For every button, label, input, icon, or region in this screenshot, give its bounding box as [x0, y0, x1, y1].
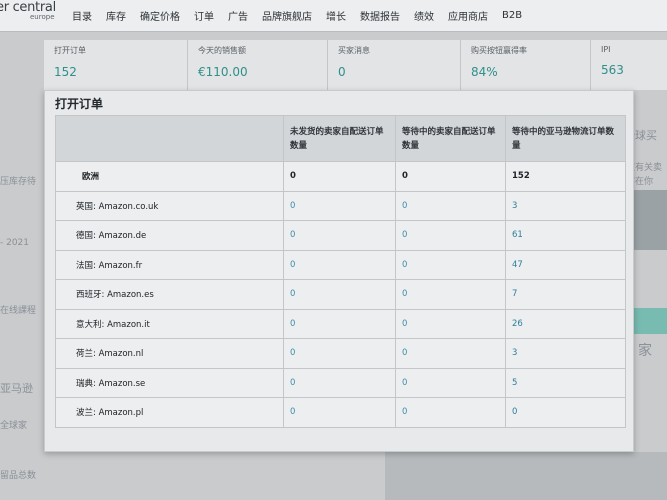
marketplace-name: 意大利: Amazon.it — [55, 308, 284, 339]
marketplace-name: 欧洲 — [55, 161, 284, 192]
marketplace-name: 德国: Amazon.de — [55, 220, 284, 251]
pending-mfn-count[interactable]: 0 — [395, 220, 506, 251]
background-text: - 2021 — [0, 238, 30, 248]
metric-value: 563 — [601, 63, 624, 77]
unshipped-count[interactable]: 0 — [283, 279, 396, 310]
nav-item-reports[interactable]: 数据报告 — [353, 8, 407, 23]
background-text: 留品总数 — [0, 471, 37, 481]
metric-label: IPI — [601, 45, 611, 54]
metric-label: 买家消息 — [338, 46, 370, 55]
pending-fba-count[interactable]: 0 — [505, 397, 626, 428]
pending-mfn-count[interactable]: 0 — [395, 367, 506, 398]
column-header-marketplace — [55, 115, 284, 162]
pending-mfn-count[interactable]: 0 — [395, 338, 506, 369]
nav-item-b2b[interactable]: B2B — [495, 10, 529, 21]
unshipped-count[interactable]: 0 — [283, 249, 396, 280]
nav-item-pricing[interactable]: 确定价格 — [133, 8, 187, 23]
marketplace-name: 瑞典: Amazon.se — [55, 367, 284, 398]
background-button — [634, 308, 667, 334]
metrics-bar: 打开订单 152 今天的销售额 €110.00 买家消息 0 购买按钮赢得率 8… — [44, 40, 667, 90]
metric-value: 152 — [54, 65, 77, 79]
marketplace-name: 荷兰: Amazon.nl — [55, 338, 284, 369]
table-row[interactable]: 英国: Amazon.co.uk 0 0 3 — [55, 190, 626, 221]
open-orders-table: 未发货的卖家自配送订单数量 等待中的卖家自配送订单数量 等待中的亚马逊物流订单数… — [55, 115, 626, 428]
marketplace-name: 英国: Amazon.co.uk — [55, 190, 284, 221]
metric-buy-box-rate[interactable]: 购买按钮赢得率 84% — [460, 40, 590, 90]
pending-fba-count[interactable]: 3 — [505, 190, 626, 221]
metric-value: 84% — [471, 65, 498, 79]
background-text: 全球家 — [0, 421, 28, 431]
metric-label: 购买按钮赢得率 — [471, 46, 527, 55]
unshipped-count[interactable]: 0 — [283, 338, 396, 369]
background-text: 在线課程 — [0, 306, 37, 316]
pending-mfn-count[interactable]: 0 — [395, 279, 506, 310]
background-text: 家 — [638, 343, 652, 359]
background-text: 压库存待 — [0, 177, 37, 187]
metric-label: 今天的销售额 — [198, 46, 246, 55]
nav-item-inventory[interactable]: 库存 — [99, 8, 133, 23]
marketplace-name: 法国: Amazon.fr — [55, 249, 284, 280]
column-header-pending-fba: 等待中的亚马逊物流订单数量 — [505, 115, 626, 162]
unshipped-count[interactable]: 0 — [283, 308, 396, 339]
nav-item-catalog[interactable]: 目录 — [64, 8, 99, 23]
table-row[interactable]: 瑞典: Amazon.se 0 0 5 — [55, 367, 626, 398]
table-row[interactable]: 波兰: Amazon.pl 0 0 0 — [55, 397, 626, 428]
table-header-row: 未发货的卖家自配送订单数量 等待中的卖家自配送订单数量 等待中的亚马逊物流订单数… — [55, 115, 626, 162]
nav-item-stores[interactable]: 品牌旗舰店 — [255, 8, 319, 23]
pending-mfn-count[interactable]: 0 — [395, 190, 506, 221]
nav-item-appstore[interactable]: 应用商店 — [441, 8, 495, 23]
table-row[interactable]: 法国: Amazon.fr 0 0 47 — [55, 249, 626, 280]
table-row[interactable]: 荷兰: Amazon.nl 0 0 3 — [55, 338, 626, 369]
metric-buyer-messages[interactable]: 买家消息 0 — [327, 40, 460, 90]
nav-item-advertising[interactable]: 广告 — [221, 8, 255, 23]
pending-fba-count[interactable]: 3 — [505, 338, 626, 369]
metric-todays-sales[interactable]: 今天的销售额 €110.00 — [187, 40, 327, 90]
background-image — [385, 452, 667, 500]
popup-title: 打开订单 — [55, 97, 104, 111]
metric-value: €110.00 — [198, 65, 248, 79]
table-row[interactable]: 德国: Amazon.de 0 0 61 — [55, 220, 626, 251]
pending-fba-count[interactable]: 5 — [505, 367, 626, 398]
pending-fba-count[interactable]: 152 — [505, 161, 626, 192]
table-row[interactable]: 意大利: Amazon.it 0 0 26 — [55, 308, 626, 339]
column-header-unshipped-mfn: 未发货的卖家自配送订单数量 — [283, 115, 396, 162]
unshipped-count[interactable]: 0 — [283, 397, 396, 428]
pending-mfn-count[interactable]: 0 — [395, 397, 506, 428]
unshipped-count[interactable]: 0 — [283, 190, 396, 221]
nav-item-growth[interactable]: 增长 — [319, 8, 353, 23]
marketplace-name: 波兰: Amazon.pl — [55, 397, 284, 428]
unshipped-count[interactable]: 0 — [283, 220, 396, 251]
metric-label: 打开订单 — [54, 46, 86, 55]
table-row-europe[interactable]: 欧洲 0 0 152 — [55, 161, 626, 192]
pending-fba-count[interactable]: 26 — [505, 308, 626, 339]
metric-value: 0 — [338, 65, 346, 79]
nav-item-performance[interactable]: 绩效 — [407, 8, 441, 23]
metric-ipi[interactable]: IPI 563 — [590, 40, 667, 90]
unshipped-count[interactable]: 0 — [283, 161, 396, 192]
seller-central-logo[interactable]: er central europe — [0, 0, 64, 32]
pending-mfn-count[interactable]: 0 — [395, 161, 506, 192]
nav-item-orders[interactable]: 订单 — [187, 8, 221, 23]
background-text: 亚马逊 — [0, 382, 33, 395]
pending-mfn-count[interactable]: 0 — [395, 249, 506, 280]
pending-fba-count[interactable]: 47 — [505, 249, 626, 280]
marketplace-name: 西班牙: Amazon.es — [55, 279, 284, 310]
table-row[interactable]: 西班牙: Amazon.es 0 0 7 — [55, 279, 626, 310]
brand-region: europe — [30, 12, 55, 21]
open-orders-popup: 打开订单 未发货的卖家自配送订单数量 等待中的卖家自配送订单数量 等待中的亚马逊… — [44, 90, 634, 452]
pending-fba-count[interactable]: 61 — [505, 220, 626, 251]
pending-mfn-count[interactable]: 0 — [395, 308, 506, 339]
unshipped-count[interactable]: 0 — [283, 367, 396, 398]
pending-fba-count[interactable]: 7 — [505, 279, 626, 310]
metric-open-orders[interactable]: 打开订单 152 — [44, 40, 187, 90]
top-navigation-bar: er central europe 目录 库存 确定价格 订单 广告 品牌旗舰店… — [0, 0, 667, 32]
column-header-pending-mfn: 等待中的卖家自配送订单数量 — [395, 115, 506, 162]
